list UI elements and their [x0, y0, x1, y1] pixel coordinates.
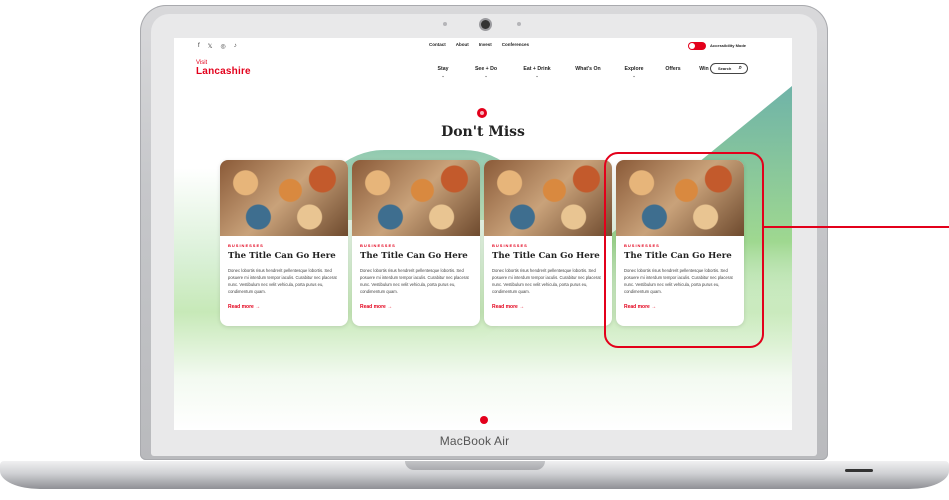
search-button[interactable]: Search ⌕ [710, 63, 748, 74]
utility-links: Contact About Invest Conferences [429, 42, 529, 47]
card-title: The Title Can Go Here [492, 251, 600, 261]
about-link[interactable]: About [456, 42, 469, 47]
tiktok-icon[interactable]: ♪ [234, 43, 237, 50]
logo-lancashire[interactable]: Lancashire [196, 66, 251, 77]
camera-icon [481, 20, 490, 29]
footer-rose-icon [480, 416, 488, 424]
card-category: BUSINESSES [360, 243, 396, 248]
article-card[interactable]: BUSINESSES The Title Can Go Here Donec l… [352, 160, 480, 326]
social-links: f 𝕏 ◎ ♪ [198, 43, 237, 50]
card-title: The Title Can Go Here [228, 251, 336, 261]
read-more-link[interactable]: Read more → [492, 304, 604, 310]
device-brand-label: MacBook Air [439, 434, 510, 448]
laptop-mockup: f 𝕏 ◎ ♪ Contact About Invest Conferences… [0, 0, 949, 500]
nav-item-explore[interactable]: Explore ⌄ [614, 66, 654, 78]
lancashire-rose-icon [477, 108, 487, 118]
chevron-down-icon: ⌄ [632, 73, 636, 78]
invest-link[interactable]: Invest [479, 42, 492, 47]
nav-item-see-do[interactable]: See + Do ⌄ [460, 66, 512, 78]
read-more-link[interactable]: Read more → [228, 304, 340, 310]
food-image [220, 160, 348, 236]
read-more-link[interactable]: Read more → [360, 304, 472, 310]
chevron-down-icon: ⌄ [535, 73, 539, 78]
article-card[interactable]: BUSINESSES The Title Can Go Here Donec l… [220, 160, 348, 326]
accessibility-toggle[interactable] [688, 42, 706, 50]
laptop-hinge-notch [405, 461, 545, 470]
nav-item-eat-drink[interactable]: Eat + Drink ⌄ [512, 66, 562, 78]
sensor-dot [517, 22, 521, 26]
food-image [484, 160, 612, 236]
article-card[interactable]: BUSINESSES The Title Can Go Here Donec l… [484, 160, 612, 326]
main-nav: Stay ⌄ See + Do ⌄ Eat + Drink ⌄ What's On E… [426, 66, 716, 78]
card-text: Donec lobortis risus hendrerit pellentes… [360, 268, 469, 294]
instagram-icon[interactable]: ◎ [221, 43, 226, 50]
card-title: The Title Can Go Here [360, 251, 468, 261]
callout-line [764, 226, 949, 228]
accessibility-label: Accessibility Mode [710, 43, 747, 48]
conferences-link[interactable]: Conferences [502, 42, 529, 47]
card-text: Donec lobortis risus hendrerit pellentes… [228, 268, 337, 294]
card-category: BUSINESSES [492, 243, 528, 248]
chevron-down-icon: ⌄ [484, 73, 488, 78]
facebook-icon[interactable]: f [198, 43, 200, 50]
nav-item-whats-on[interactable]: What's On [562, 66, 614, 78]
search-icon: ⌕ [738, 65, 742, 71]
section-heading: Don't Miss [441, 124, 525, 140]
card-category: BUSINESSES [228, 243, 264, 248]
nav-item-offers[interactable]: Offers [654, 66, 692, 78]
card-text: Donec lobortis risus hendrerit pellentes… [492, 268, 601, 294]
x-icon[interactable]: 𝕏 [208, 43, 213, 50]
food-image [352, 160, 480, 236]
sensor-dot [443, 22, 447, 26]
chevron-down-icon: ⌄ [441, 73, 445, 78]
laptop-foot [845, 469, 873, 472]
highlight-outline [604, 152, 764, 348]
nav-item-stay[interactable]: Stay ⌄ [426, 66, 460, 78]
contact-link[interactable]: Contact [429, 42, 446, 47]
